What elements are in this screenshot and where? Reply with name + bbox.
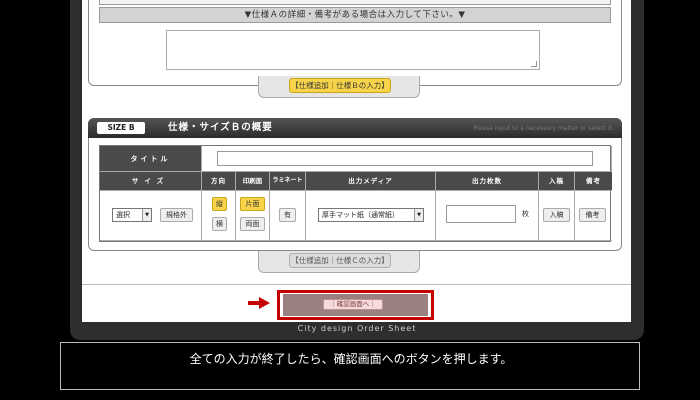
count-header: 出力枚数: [436, 172, 539, 191]
count-unit: 枚: [522, 210, 529, 218]
draft-button[interactable]: 入稿: [543, 208, 570, 222]
size-cell: 選択 ▼ 規格外: [100, 191, 202, 241]
chevron-down-icon: ▼: [414, 209, 423, 221]
add-spec-c-button[interactable]: 【仕様追加｜仕様Ｃの入力】: [289, 253, 391, 268]
resize-handle-icon[interactable]: [531, 61, 537, 67]
spec-b-hint: Please input to a necessary matter or se…: [473, 125, 614, 132]
direction-landscape-button[interactable]: 横: [212, 217, 227, 231]
caption-box: 全ての入力が終了したら、確認画面へのボタンを押します。: [60, 342, 640, 390]
direction-header: 方向: [202, 172, 236, 191]
title-cell: [202, 146, 612, 172]
spec-a-add-tab: 【仕様追加｜仕様Ｂの入力】: [258, 76, 420, 98]
title-input[interactable]: [217, 151, 593, 166]
footer-label: City design Order Sheet: [297, 324, 417, 333]
print-single-button[interactable]: 片面: [240, 197, 265, 211]
draft-cell: 入稿: [539, 191, 575, 241]
nonstandard-button[interactable]: 規格外: [160, 208, 193, 222]
confirm-button[interactable]: ｜確認画面へ｜: [323, 299, 383, 310]
media-select[interactable]: 厚手マット紙（通常紙） ▼: [318, 208, 424, 222]
laminate-cell: 有: [270, 191, 306, 241]
spec-a-remarks-textarea[interactable]: [166, 30, 540, 70]
spec-a-table-bottom: [99, 0, 611, 5]
media-select-value: 厚手マット紙（通常紙）: [322, 211, 399, 219]
spec-b-title: 仕様・サイズＢの概要: [168, 122, 273, 133]
direction-portrait-button[interactable]: 縦: [212, 197, 227, 211]
print-side-cell: 片面 両面: [236, 191, 270, 241]
title-header: タイトル: [100, 146, 202, 172]
draft-header: 入稿: [539, 172, 575, 191]
count-input[interactable]: [446, 205, 516, 223]
size-badge: SIZE B: [97, 122, 145, 134]
add-spec-b-button[interactable]: 【仕様追加｜仕様Ｂの入力】: [289, 78, 391, 93]
spec-a-note: ▼仕様Ａの詳細・備考がある場合は入力して下さい。▼: [99, 7, 611, 23]
size-header: サイズ: [100, 172, 202, 191]
laminate-button[interactable]: 有: [279, 208, 296, 222]
screen: ▼仕様Ａの詳細・備考がある場合は入力して下さい。▼ 【仕様追加｜仕様Ｂの入力】 …: [0, 0, 700, 400]
size-select[interactable]: 選択 ▼: [112, 208, 152, 222]
remarks-button[interactable]: 備考: [579, 208, 606, 222]
remarks-header: 備考: [575, 172, 612, 191]
print-side-header: 印刷面: [236, 172, 270, 191]
size-select-value: 選択: [116, 211, 130, 219]
caption-text: 全ての入力が終了したら、確認画面へのボタンを押します。: [189, 352, 513, 366]
arrow-right-icon: [248, 297, 270, 309]
direction-cell: 縦 横: [202, 191, 236, 241]
remarks-cell: 備考: [575, 191, 612, 241]
laminate-header: ラミネート: [270, 172, 306, 191]
divider: [82, 284, 631, 285]
media-header: 出力メディア: [306, 172, 436, 191]
count-cell: 枚: [436, 191, 539, 241]
spec-b-add-tab: 【仕様追加｜仕様Ｃの入力】: [258, 251, 420, 273]
spec-b-table: タイトル サイズ 方向 印刷面 ラミネート 出力メディア 出力枚数 入稿 備考 …: [99, 145, 612, 242]
chevron-down-icon: ▼: [142, 209, 151, 221]
spec-b-header: SIZE B 仕様・サイズＢの概要 Please input to a nece…: [88, 118, 622, 138]
print-double-button[interactable]: 両面: [240, 217, 265, 231]
media-cell: 厚手マット紙（通常紙） ▼: [306, 191, 436, 241]
